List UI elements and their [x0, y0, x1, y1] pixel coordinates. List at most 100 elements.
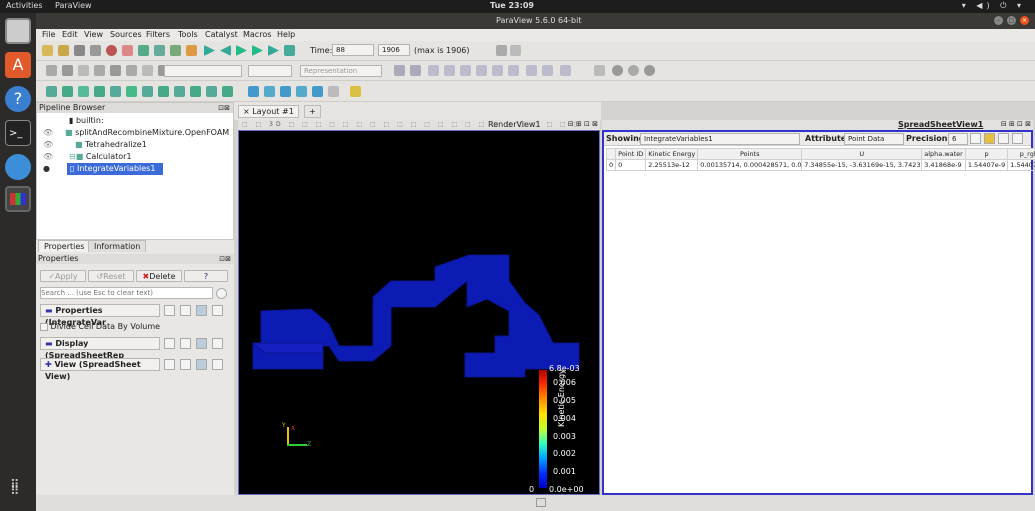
clock[interactable]: Tue 23:09: [490, 1, 534, 10]
properties-search-input[interactable]: [40, 287, 213, 299]
divide-cell-data-checkbox[interactable]: Divide Cell Data By Volume: [40, 322, 160, 331]
table-row[interactable]: 0 0 2.25513e-12 0.00135714, 0.000428571,…: [605, 159, 1035, 171]
camera-undo-icon[interactable]: [170, 45, 181, 56]
copy-icon[interactable]: [164, 359, 175, 370]
section-display[interactable]: ▬ Display (SpreadSheetRep: [40, 337, 160, 360]
filter-glyph-icon[interactable]: [142, 86, 153, 97]
redo-icon[interactable]: [154, 45, 165, 56]
column-header[interactable]: Points: [697, 148, 803, 160]
column-header[interactable]: Point ID: [615, 148, 647, 160]
zoom-to-data-icon[interactable]: [410, 65, 421, 76]
column-header[interactable]: Kinetic Energy: [645, 148, 699, 160]
filter-temporal-icon[interactable]: [222, 86, 233, 97]
save-defaults-icon[interactable]: [212, 359, 223, 370]
view-plus-z-icon[interactable]: [492, 65, 503, 76]
menu-filters[interactable]: Filters: [146, 30, 170, 39]
view-frame-controls[interactable]: ⊟ ⊞ ⊡ ⊠: [1001, 120, 1031, 128]
section-properties[interactable]: ▬ Properties (IntegrateVar: [40, 304, 160, 327]
tab-information[interactable]: Information: [88, 240, 147, 252]
terminal-icon[interactable]: >_: [5, 120, 31, 146]
paste-icon[interactable]: [180, 338, 191, 349]
next-frame-icon[interactable]: [252, 45, 263, 56]
menu-catalyst[interactable]: Catalyst: [205, 30, 238, 39]
fixed-representation-icon[interactable]: [970, 133, 981, 144]
extract-icon[interactable]: [126, 65, 137, 76]
open-icon[interactable]: [42, 45, 53, 56]
reset-camera-icon[interactable]: [394, 65, 405, 76]
menu-sources[interactable]: Sources: [110, 30, 142, 39]
save-icon[interactable]: [74, 45, 85, 56]
variable-combo[interactable]: [164, 65, 242, 77]
view-minus-x-icon[interactable]: [444, 65, 455, 76]
render-view-canvas[interactable]: X Y Z 6.8e-03 0.0e+00 0 0.006 0.005 0.00…: [238, 130, 600, 495]
play-icon[interactable]: [236, 45, 247, 56]
select-block-icon[interactable]: [296, 86, 307, 97]
column-header[interactable]: p_rgh: [1007, 148, 1035, 160]
glyph-icon[interactable]: [142, 65, 153, 76]
save-defaults-icon[interactable]: [212, 338, 223, 349]
menu-tools[interactable]: Tools: [178, 30, 198, 39]
filter-slice-icon[interactable]: [94, 86, 105, 97]
table-cell[interactable]: 0: [615, 159, 647, 171]
app-menu[interactable]: ParaView: [55, 1, 92, 10]
software-center-icon[interactable]: A: [5, 52, 31, 78]
interactive-select-icon[interactable]: [312, 86, 323, 97]
filter-stream-icon[interactable]: [158, 86, 169, 97]
apply-button[interactable]: ✓Apply: [40, 270, 86, 282]
help-button[interactable]: ?: [184, 270, 228, 282]
tab-layout-1[interactable]: × Layout #1: [238, 105, 299, 118]
view-plus-y-icon[interactable]: [460, 65, 471, 76]
table-cell[interactable]: 2.25513e-12: [645, 159, 699, 171]
undo-icon[interactable]: [138, 45, 149, 56]
threshold-icon[interactable]: [110, 65, 121, 76]
view-minus-z-icon[interactable]: [508, 65, 519, 76]
slice-icon[interactable]: [94, 65, 105, 76]
link-camera-icon[interactable]: [628, 65, 639, 76]
select-cells-icon[interactable]: [248, 86, 259, 97]
camera-icon[interactable]: [612, 65, 623, 76]
precision-spinbox[interactable]: 6: [948, 133, 968, 145]
query-icon[interactable]: [510, 45, 521, 56]
filter-warp-icon[interactable]: [174, 86, 185, 97]
reset-button[interactable]: ↺Reset: [88, 270, 134, 282]
attribute-combo[interactable]: Point Data: [844, 133, 904, 145]
system-tray-icons[interactable]: ▾ ◀) ⏻ ▾: [962, 1, 1025, 11]
eye-icon[interactable]: 👁: [43, 127, 53, 139]
paste-icon[interactable]: [180, 359, 191, 370]
column-header[interactable]: p: [964, 148, 1009, 160]
column-visibility-icon[interactable]: [998, 133, 1009, 144]
menu-help[interactable]: Help: [277, 30, 295, 39]
connect-icon[interactable]: [106, 45, 117, 56]
table-cell[interactable]: 0.00135714, 0.000428571, 0.0045: [697, 159, 803, 171]
time-value-combo[interactable]: 88: [332, 44, 374, 56]
paraview-icon[interactable]: [5, 186, 31, 212]
help-icon[interactable]: ?: [5, 86, 31, 112]
files-icon[interactable]: [5, 18, 31, 44]
show-apps-icon[interactable]: ⠿ ⠿: [10, 479, 20, 498]
reload-icon[interactable]: [196, 359, 207, 370]
add-layout-button[interactable]: +: [304, 105, 321, 118]
copy-icon[interactable]: [164, 305, 175, 316]
showing-combo[interactable]: IntegrateVariables1: [640, 133, 800, 145]
filter-extract-icon[interactable]: [126, 86, 137, 97]
pipeline-item-source[interactable]: ■ splitAndRecombineMixture.OpenFOAM: [65, 127, 229, 139]
tab-close-icon[interactable]: ×: [243, 107, 252, 116]
minimize-icon[interactable]: –: [994, 16, 1003, 25]
table-cell[interactable]: 7.34855e-15, -3.63169e-15, 3.74237e-12: [801, 159, 923, 171]
menu-file[interactable]: File: [42, 30, 55, 39]
calculator-icon[interactable]: [46, 65, 57, 76]
delete-button[interactable]: ✖Delete: [136, 270, 182, 282]
clip-icon[interactable]: [78, 65, 89, 76]
open-folder-icon[interactable]: [58, 45, 69, 56]
column-header[interactable]: alpha.water: [921, 148, 966, 160]
checkbox[interactable]: [40, 322, 48, 331]
clear-selection-icon[interactable]: [328, 86, 339, 97]
pipeline-item-builtin[interactable]: ▮ builtin:: [69, 115, 104, 127]
filter-clip-icon[interactable]: [78, 86, 89, 97]
pipeline-item-integrate-variables[interactable]: ▯ IntegrateVariables1: [67, 163, 163, 175]
status-icon[interactable]: [536, 498, 546, 507]
toggle-columns-icon[interactable]: [984, 133, 995, 144]
table-cell[interactable]: 1.54407e-9: [1007, 159, 1035, 171]
eye-icon[interactable]: 👁: [43, 151, 53, 163]
panel-close-icon[interactable]: ⊡⊠: [219, 255, 231, 263]
